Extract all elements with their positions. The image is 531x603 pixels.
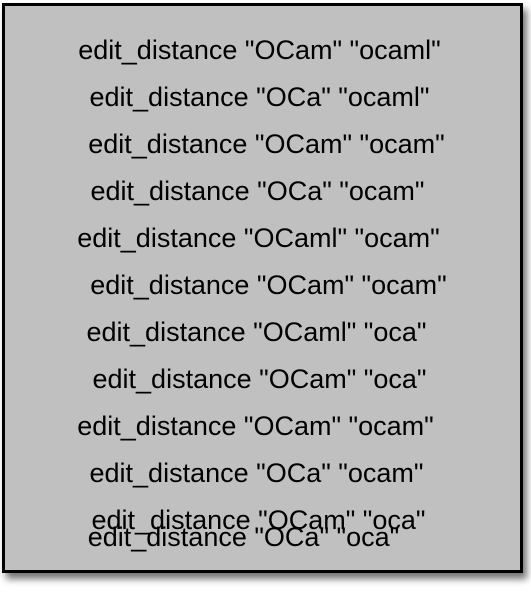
- trace-line-10: edit_distance "OCa" "ocam": [89, 458, 424, 488]
- call-trace-box: edit_distance "OCam" "ocaml" edit_distan…: [2, 3, 523, 573]
- trace-line-4: edit_distance "OCa" "ocam": [90, 176, 425, 206]
- trace-line-8: edit_distance "OCam" "oca": [92, 364, 427, 394]
- trace-line-7: edit_distance "OCaml" "oca": [86, 317, 427, 347]
- trace-line-9: edit_distance "OCam" "ocam": [77, 411, 434, 441]
- trace-line-5: edit_distance "OCaml" "ocam": [77, 223, 440, 253]
- trace-line-3: edit_distance "OCam" "ocam": [88, 129, 445, 159]
- trace-line-1: edit_distance "OCam" "ocaml": [78, 35, 441, 65]
- trace-line-2: edit_distance "OCa" "ocaml": [89, 82, 430, 112]
- trace-line-12: edit_distance "OCa" "oca": [87, 522, 400, 552]
- trace-line-6: edit_distance "OCam" "ocam": [90, 270, 447, 300]
